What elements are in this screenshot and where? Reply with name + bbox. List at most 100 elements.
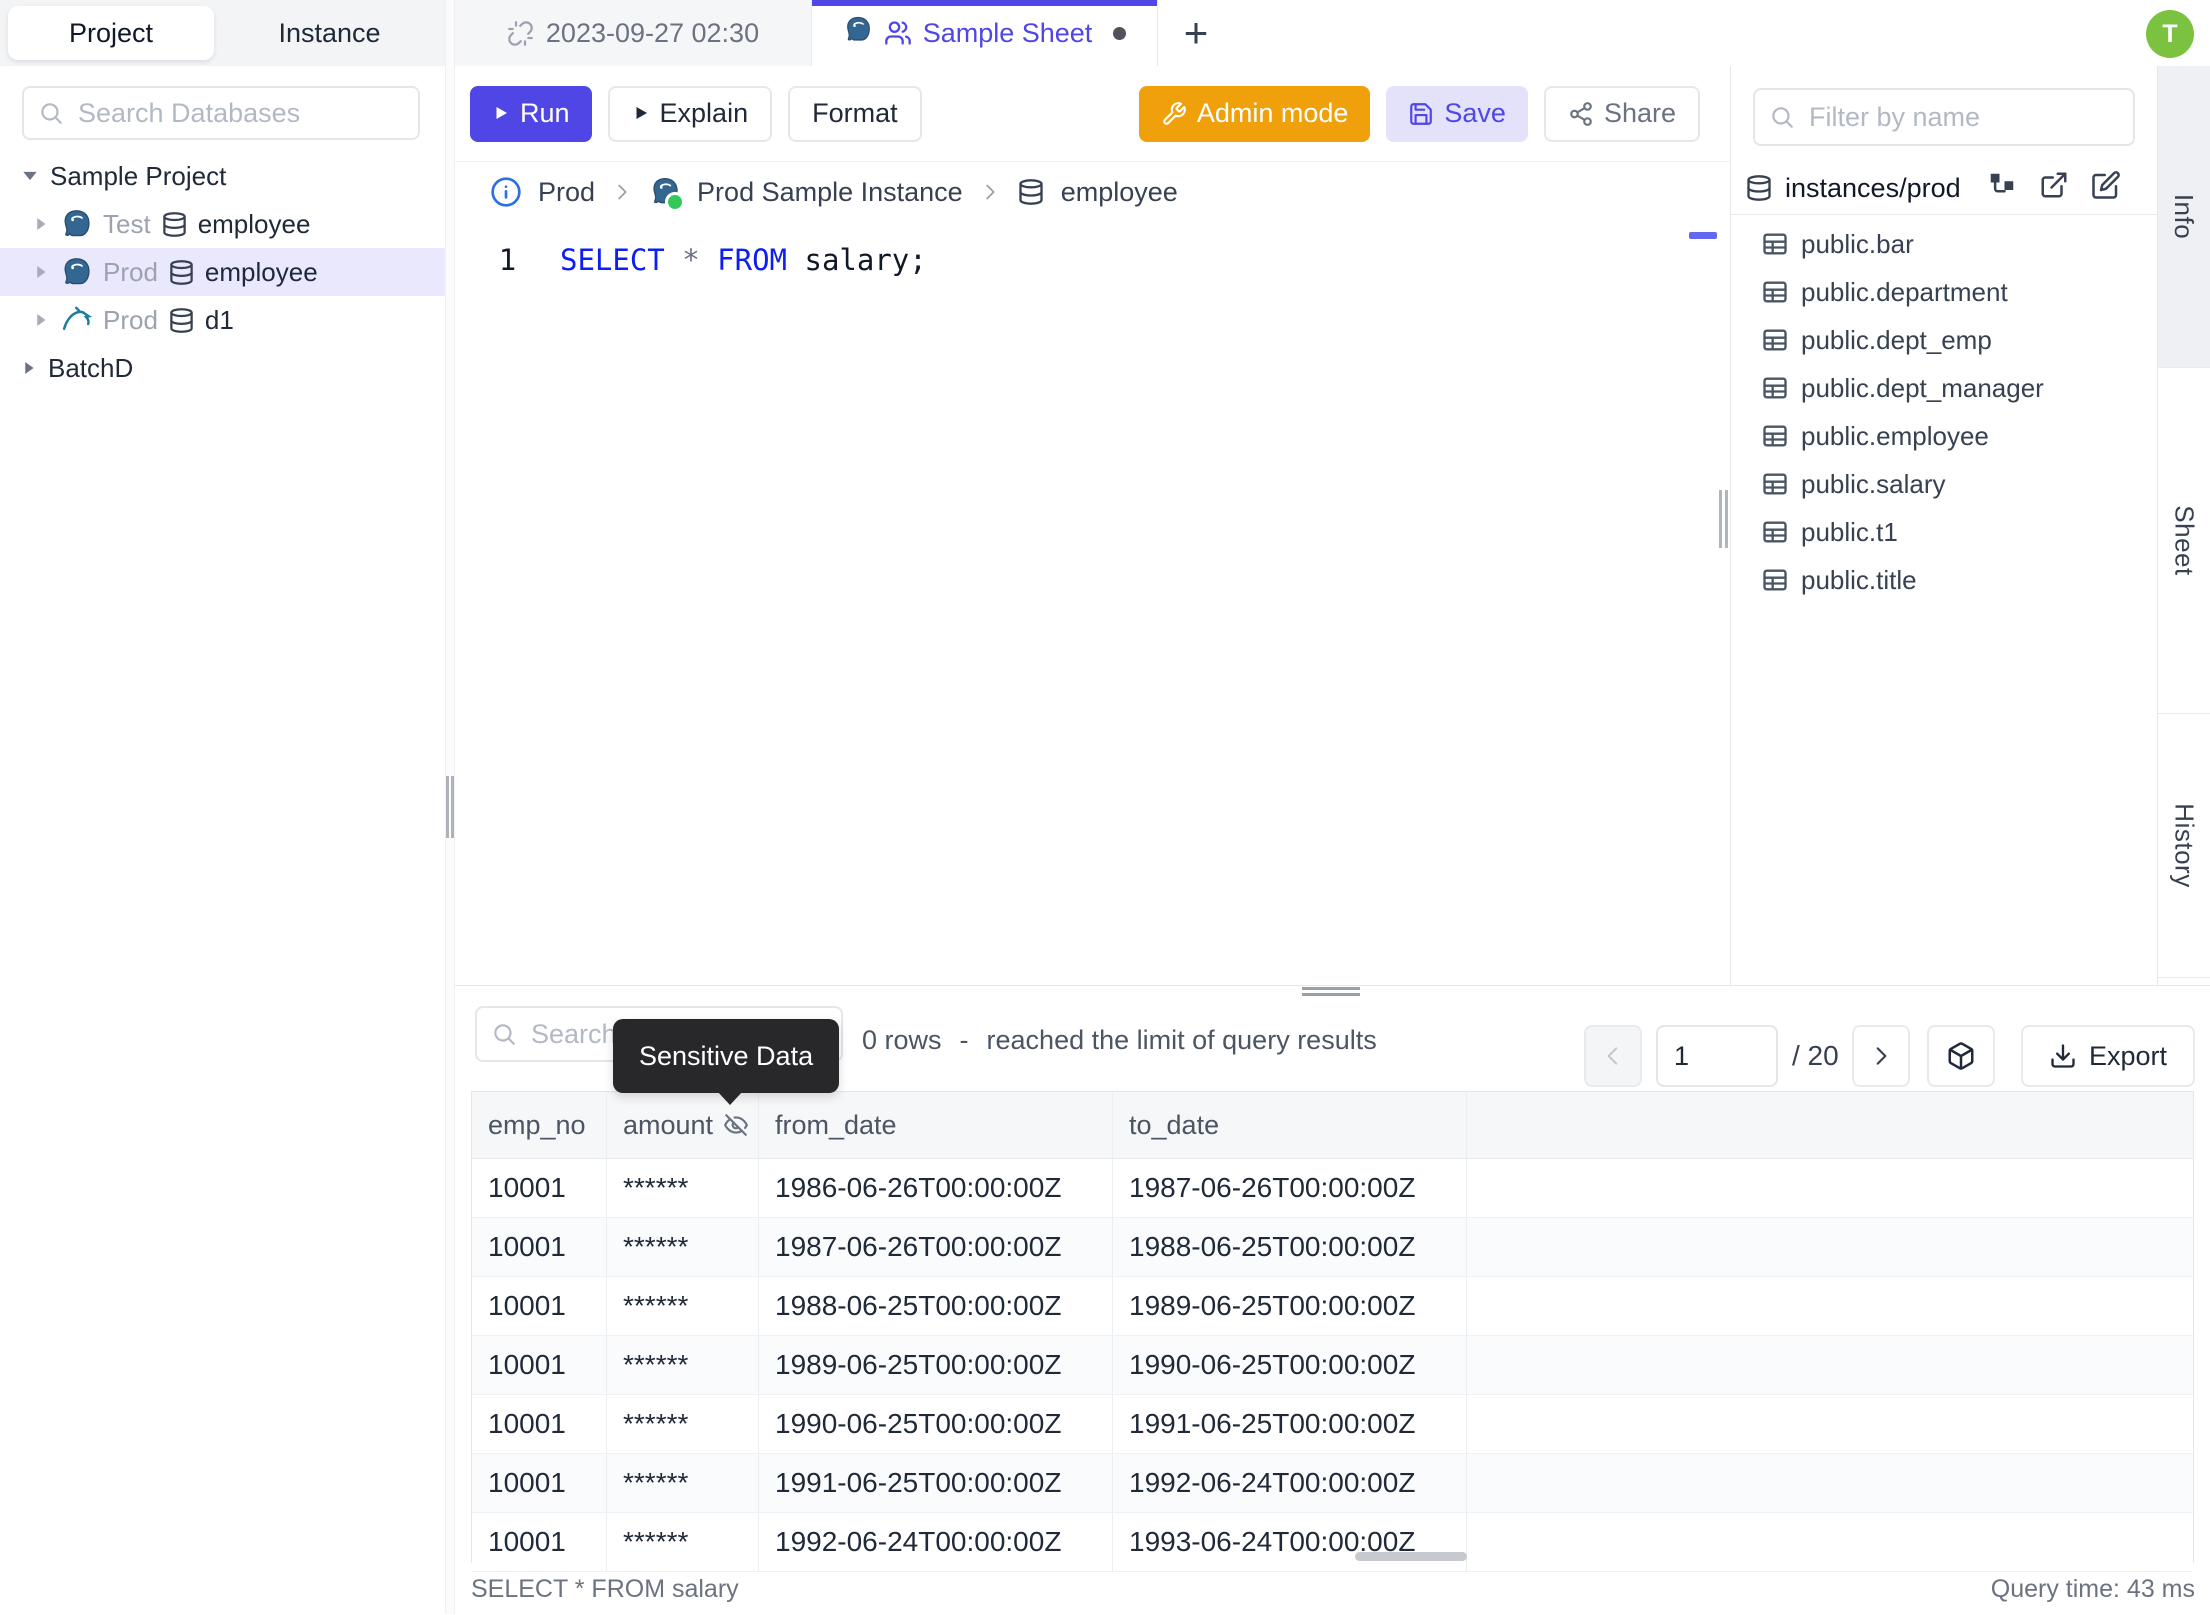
table-row[interactable]: 10001 ****** 1991-06-25T00:00:00Z 1992-06-2… [472, 1454, 2193, 1513]
table-list-item[interactable]: public.department [1731, 268, 2158, 316]
sensitive-data-tooltip: Sensitive Data [613, 1019, 840, 1105]
new-tab-button[interactable]: + [1173, 9, 1219, 56]
table-cell-filler [1467, 1513, 2193, 1571]
table-icon [1761, 278, 1789, 306]
table-cell: ****** [607, 1218, 759, 1276]
table-row[interactable]: 10001 ****** 1989-06-25T00:00:00Z 1990-06-2… [472, 1336, 2193, 1395]
edit-icon[interactable] [2091, 170, 2121, 200]
divider-handle[interactable] [446, 776, 449, 838]
tab-label: Sample Sheet [922, 17, 1093, 48]
explain-button[interactable]: Explain [607, 85, 773, 142]
tab-project[interactable]: Project [8, 6, 214, 60]
table-name: public.title [1801, 564, 1917, 595]
tree-item-test-employee[interactable]: Test employee [0, 200, 445, 248]
tree-item-sample-project[interactable]: Sample Project [0, 152, 445, 200]
results-table: emp_no amount from_date to_date 10001 ***… [471, 1091, 2194, 1572]
panel-resize-handle[interactable] [1719, 490, 1722, 548]
tree-item-prod-employee[interactable]: Prod employee [0, 248, 445, 296]
table-icon [1761, 470, 1789, 498]
run-button[interactable]: Run [470, 85, 592, 142]
editor-scrollbar-thumb[interactable] [1689, 232, 1717, 239]
table-cell-filler [1467, 1336, 2193, 1394]
tab-sample-sheet[interactable]: Sample Sheet [812, 0, 1158, 66]
table-name: public.dept_manager [1801, 372, 2044, 403]
avatar[interactable]: T [2146, 10, 2194, 58]
table-list-item[interactable]: public.bar [1731, 220, 2158, 268]
admin-mode-button[interactable]: Admin mode [1138, 85, 1371, 142]
table-list-item[interactable]: public.dept_emp [1731, 316, 2158, 364]
postgres-icon [60, 208, 93, 241]
search-icon [1769, 104, 1795, 130]
save-button[interactable]: Save [1386, 85, 1528, 142]
table-cell: ****** [607, 1159, 759, 1217]
share-button[interactable]: Share [1543, 85, 1700, 142]
table-cell: 1992-06-24T00:00:00Z [1113, 1454, 1467, 1512]
format-button[interactable]: Format [788, 85, 922, 142]
table-cell-filler [1467, 1454, 2193, 1512]
table-icon [1761, 230, 1789, 258]
table-list-item[interactable]: public.title [1731, 556, 2158, 604]
caret-right-icon[interactable] [32, 311, 50, 329]
side-tab-strip: Info Sheet History [2157, 66, 2210, 985]
project-label: Sample Project [50, 160, 227, 191]
external-link-icon[interactable] [2039, 170, 2069, 200]
tab-unsaved-sheet[interactable]: 2023-09-27 02:30 [455, 0, 812, 66]
chevron-right-icon [979, 181, 1001, 203]
tree-item-batchd[interactable]: BatchD [0, 344, 445, 392]
column-header[interactable]: from_date [759, 1092, 1113, 1158]
search-databases-input[interactable] [76, 96, 404, 130]
table-list-item[interactable]: public.employee [1731, 412, 2158, 460]
table-row[interactable]: 10001 ****** 1987-06-26T00:00:00Z 1988-06-2… [472, 1218, 2193, 1277]
table-list-item[interactable]: public.salary [1731, 460, 2158, 508]
database-sidebar: Project Instance Sample Project Test [0, 0, 445, 1614]
sql-editor[interactable]: 1 SELECT * FROM salary; [455, 222, 1730, 985]
tab-sheet[interactable]: Sheet [2158, 368, 2210, 714]
database-icon [168, 307, 195, 334]
panel-resize-handle[interactable] [1725, 490, 1728, 548]
caret-down-icon[interactable] [20, 166, 40, 186]
table-cell: 10001 [472, 1159, 607, 1217]
table-cell: 1989-06-25T00:00:00Z [759, 1336, 1113, 1394]
breadcrumb-database[interactable]: employee [1061, 177, 1178, 208]
prev-page-button[interactable] [1584, 1025, 1642, 1087]
column-header[interactable]: to_date [1113, 1092, 1467, 1158]
results-resize-handle[interactable] [1302, 993, 1360, 996]
table-name: public.dept_emp [1801, 324, 1992, 355]
caret-right-icon[interactable] [20, 359, 38, 377]
tab-info[interactable]: Info [2158, 66, 2210, 368]
postgres-icon [649, 176, 686, 212]
next-page-button[interactable] [1852, 1025, 1910, 1087]
table-row[interactable]: 10001 ****** 1986-06-26T00:00:00Z 1987-06-2… [472, 1159, 2193, 1218]
tab-history[interactable]: History [2158, 714, 2210, 978]
divider-handle[interactable] [451, 776, 454, 838]
executed-query-text: SELECT * FROM salary [471, 1575, 739, 1603]
info-icon[interactable] [490, 176, 522, 208]
horizontal-scrollbar-thumb[interactable] [1355, 1552, 1467, 1561]
column-header[interactable]: emp_no [472, 1092, 607, 1158]
editor-toolbar: Run Explain Format Admin mode Save Share [455, 66, 1730, 162]
tab-instance[interactable]: Instance [214, 18, 445, 49]
schema-panel: instances/prod public.bar public.departm… [1730, 66, 2158, 985]
table-list-item[interactable]: public.dept_manager [1731, 364, 2158, 412]
table-cell-filler [1467, 1159, 2193, 1217]
table-cell-filler [1467, 1277, 2193, 1335]
table-row[interactable]: 10001 ****** 1988-06-25T00:00:00Z 1989-06-2… [472, 1277, 2193, 1336]
chevron-right-icon [611, 181, 633, 203]
filter-box [1753, 88, 2135, 146]
visualize-button[interactable] [1927, 1025, 1995, 1087]
table-row[interactable]: 10001 ****** 1990-06-25T00:00:00Z 1991-06-2… [472, 1395, 2193, 1454]
eye-off-icon[interactable] [723, 1112, 749, 1138]
caret-right-icon[interactable] [32, 263, 50, 281]
breadcrumb-environment[interactable]: Prod [538, 177, 595, 208]
tree-item-prod-d1[interactable]: Prod d1 [0, 296, 445, 344]
filter-by-name-input[interactable] [1807, 100, 2119, 134]
schema-diagram-icon[interactable] [1987, 170, 2017, 200]
table-cell: 10001 [472, 1513, 607, 1571]
results-resize-handle[interactable] [1302, 987, 1360, 990]
page-number-input[interactable] [1656, 1025, 1778, 1087]
table-list-item[interactable]: public.t1 [1731, 508, 2158, 556]
database-icon [1745, 174, 1773, 202]
breadcrumb-instance[interactable]: Prod Sample Instance [697, 177, 963, 208]
export-button[interactable]: Export [2021, 1025, 2195, 1087]
caret-right-icon[interactable] [32, 215, 50, 233]
